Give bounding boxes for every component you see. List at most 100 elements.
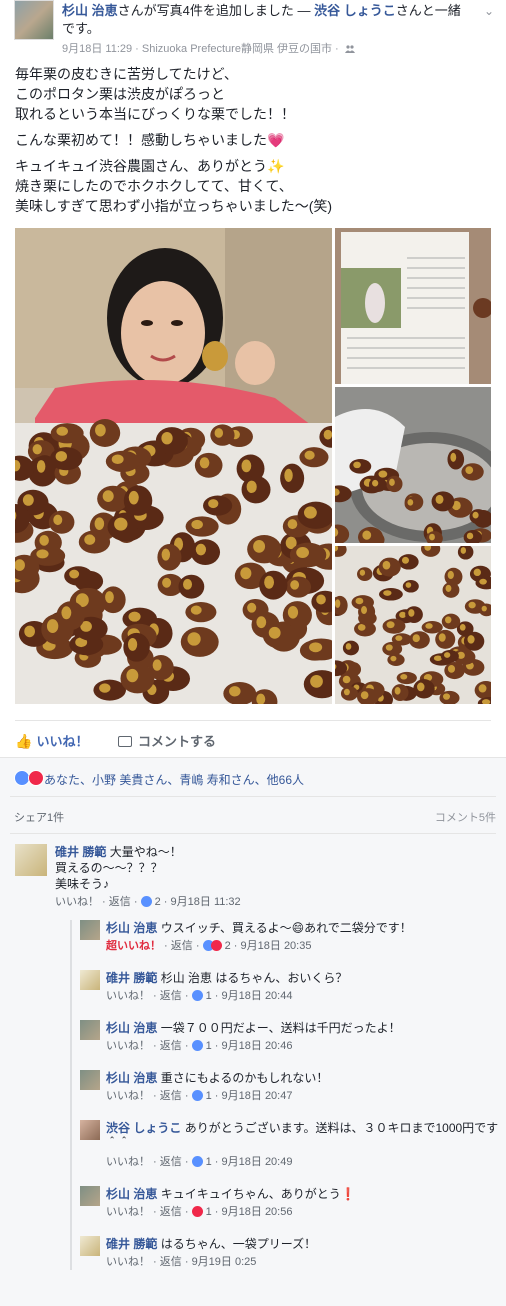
- replier-avatar[interactable]: [80, 1070, 100, 1090]
- comment-count[interactable]: コメント5件: [435, 809, 496, 825]
- post-paragraph: キュイキュイ渋谷農園さん、ありがとう✨ 焼き栗にしたのでホクホクしてて、甘くて、…: [15, 158, 333, 214]
- reply-text: 碓井 勝範 杉山 治恵 はるちゃん、おいくら？: [106, 970, 506, 986]
- reply-like-link[interactable]: 超いいね！: [106, 940, 161, 952]
- reply-body: キュイキュイちゃん、ありがとう❗: [160, 1187, 356, 1201]
- reply-meta: いいね！ · 返信 · 1 · 9月18日 20:46: [106, 1039, 293, 1052]
- comment-meta: いいね！ · 返信 · 2 · 9月18日 11:32: [55, 895, 241, 908]
- replier-name[interactable]: 杉山 治恵: [106, 1021, 157, 1035]
- post-timestamp[interactable]: 9月18日 11:29 · Shizuoka Prefecture静岡県 伊豆の…: [62, 43, 339, 55]
- like-label: いいね！: [36, 734, 89, 749]
- replier-avatar[interactable]: [80, 1120, 100, 1140]
- post-action-text: さんが写真4件を追加しました —: [117, 3, 315, 18]
- comment-reply-link[interactable]: 返信: [109, 896, 131, 908]
- reply: 碓井 勝範 杉山 治恵 はるちゃん、おいくら？ いいね！ · 返信 · 1 · 9…: [80, 970, 506, 1004]
- photo-letter[interactable]: [335, 228, 491, 384]
- reply-text: 杉山 治恵 重さにもよるのかもしれない！: [106, 1070, 506, 1086]
- reply-text: 碓井 勝範 はるちゃん、一袋プリーズ！: [106, 1236, 506, 1252]
- reply: 渋谷 しょうこ ありがとうございます。送料は、３０キロまで1000円です ＾＾ い…: [80, 1120, 506, 1170]
- reply-body: 杉山 治恵 はるちゃん、おいくら？: [160, 971, 348, 985]
- reply-time[interactable]: 9月18日 20:49: [222, 1156, 293, 1168]
- reply-time[interactable]: 9月19日 0:25: [192, 1256, 257, 1268]
- post-header: 杉山 治恵さんが写真4件を追加しました — 渋谷 しょうこさんと一緒です。 9月…: [0, 0, 506, 64]
- reply-like-link[interactable]: いいね！: [106, 1256, 150, 1268]
- comment: 碓井 勝範 大量やね〜！ 買えるの〜〜？？？ 美味そう♪ いいね！ · 返信 ·…: [15, 844, 491, 910]
- reply-reaction-count[interactable]: 1: [206, 1206, 212, 1218]
- comment-like-link[interactable]: いいね！: [55, 896, 99, 908]
- comment-label: コメントする: [138, 734, 217, 749]
- reply-reply-link[interactable]: 返信: [160, 1040, 182, 1052]
- reply-reply-link[interactable]: 返信: [160, 1256, 182, 1268]
- reply-time[interactable]: 9月18日 20:46: [222, 1040, 293, 1052]
- replier-avatar[interactable]: [80, 1020, 100, 1040]
- reply-time[interactable]: 9月18日 20:44: [222, 990, 293, 1002]
- comment-button[interactable]: コメントする: [118, 731, 216, 750]
- tagged-user-link[interactable]: 渋谷 しょうこ: [314, 3, 396, 18]
- reply-like-link[interactable]: いいね！: [106, 1040, 150, 1052]
- share-count[interactable]: シェア1件: [14, 809, 64, 825]
- commenter-name[interactable]: 碓井 勝範: [55, 845, 106, 859]
- post-actions: 👍 いいね！ コメントする: [15, 720, 491, 757]
- like-badge-icon: [140, 895, 152, 907]
- reactions-bar: あなた、小野 美貴さん、青嶋 寿和さん、他66人: [10, 758, 496, 797]
- reply-time[interactable]: 9月18日 20:56: [222, 1206, 293, 1218]
- reply-reply-link[interactable]: 返信: [160, 1156, 182, 1168]
- like-badge-icon: [191, 989, 203, 1001]
- reply-reply-link[interactable]: 返信: [160, 1206, 182, 1218]
- reply-time[interactable]: 9月18日 20:47: [222, 1090, 293, 1102]
- replier-avatar[interactable]: [80, 970, 100, 990]
- photo-peeling[interactable]: [335, 387, 491, 543]
- post-title: 杉山 治恵さんが写真4件を追加しました — 渋谷 しょうこさんと一緒です。: [62, 2, 472, 38]
- photo-main[interactable]: [15, 228, 332, 704]
- reply-like-link[interactable]: いいね！: [106, 990, 150, 1002]
- like-button[interactable]: 👍 いいね！: [15, 731, 88, 750]
- post-paragraph: 毎年栗の皮むきに苦労してたけど、 このポロタン栗は渋皮がぽろっと 取れるという本…: [15, 66, 295, 122]
- comment-bubble-icon: [118, 736, 132, 747]
- comment-reaction-count[interactable]: 2: [155, 896, 161, 908]
- author-avatar[interactable]: [14, 0, 54, 40]
- reply-reaction-count[interactable]: 1: [206, 1156, 212, 1168]
- thumbs-up-icon: 👍: [15, 733, 33, 749]
- shares-bar: シェア1件 コメント5件: [10, 797, 496, 834]
- replier-name[interactable]: 杉山 治恵: [106, 921, 157, 935]
- reply-meta: いいね！ · 返信 · 1 · 9月18日 20:47: [106, 1089, 293, 1102]
- reactions-text[interactable]: あなた、小野 美貴さん、青嶋 寿和さん、他66人: [44, 771, 304, 788]
- reply-text: 杉山 治恵 キュイキュイちゃん、ありがとう❗: [106, 1186, 506, 1202]
- replier-name[interactable]: 渋谷 しょうこ: [106, 1121, 181, 1135]
- reply-like-link[interactable]: いいね！: [106, 1156, 150, 1168]
- replier-name[interactable]: 杉山 治恵: [106, 1071, 157, 1085]
- replier-name[interactable]: 碓井 勝範: [106, 971, 157, 985]
- like-badge-icon: [191, 1089, 203, 1101]
- reply-reply-link[interactable]: 返信: [160, 990, 182, 1002]
- reply-meta: いいね！ · 返信 · 1 · 9月18日 20:56: [106, 1205, 293, 1218]
- reply-reaction-count[interactable]: 1: [206, 1090, 212, 1102]
- post-paragraph: こんな栗初めて！！感動しちゃいました💗: [15, 132, 285, 148]
- replier-avatar[interactable]: [80, 1186, 100, 1206]
- reply-reaction-count[interactable]: 1: [206, 1040, 212, 1052]
- commenter-avatar[interactable]: [15, 844, 47, 876]
- photo-grid: [0, 228, 506, 706]
- replier-avatar[interactable]: [80, 920, 100, 940]
- like-badge-icon: [191, 1039, 203, 1051]
- reply-reaction-count[interactable]: 1: [206, 990, 212, 1002]
- reply-body: 重さにもよるのかもしれない！: [160, 1071, 329, 1085]
- replier-avatar[interactable]: [80, 1236, 100, 1256]
- reply-time[interactable]: 9月18日 20:35: [241, 940, 312, 952]
- photo-roasted[interactable]: [335, 546, 491, 704]
- comment-line: 美味そう♪: [55, 877, 110, 891]
- comment-time[interactable]: 9月18日 11:32: [171, 896, 241, 908]
- reply-reaction-count[interactable]: 2: [225, 940, 231, 952]
- replier-name[interactable]: 杉山 治恵: [106, 1187, 157, 1201]
- reply-like-link[interactable]: いいね！: [106, 1090, 150, 1102]
- post-body: 毎年栗の皮むきに苦労してたけど、 このポロタン栗は渋皮がぽろっと 取れるという本…: [0, 64, 506, 216]
- reply: 碓井 勝範 はるちゃん、一袋プリーズ！ いいね！ · 返信 · 9月19日 0:2…: [80, 1236, 506, 1270]
- author-link[interactable]: 杉山 治恵: [62, 3, 118, 18]
- reply-reply-link[interactable]: 返信: [171, 940, 193, 952]
- reply-text: 杉山 治恵 ウスイッチ、買えるよ〜😄あれで二袋分です！: [106, 920, 506, 936]
- replier-name[interactable]: 碓井 勝範: [106, 1237, 157, 1251]
- reply-like-link[interactable]: いいね！: [106, 1206, 150, 1218]
- chevron-down-icon[interactable]: ⌄: [482, 4, 496, 18]
- reply-reply-link[interactable]: 返信: [160, 1090, 182, 1102]
- reply: 杉山 治恵 キュイキュイちゃん、ありがとう❗ いいね！ · 返信 · 1 · 9月…: [80, 1186, 506, 1220]
- friends-audience-icon[interactable]: [344, 45, 355, 53]
- reply-meta: いいね！ · 返信 · 9月19日 0:25: [106, 1256, 257, 1268]
